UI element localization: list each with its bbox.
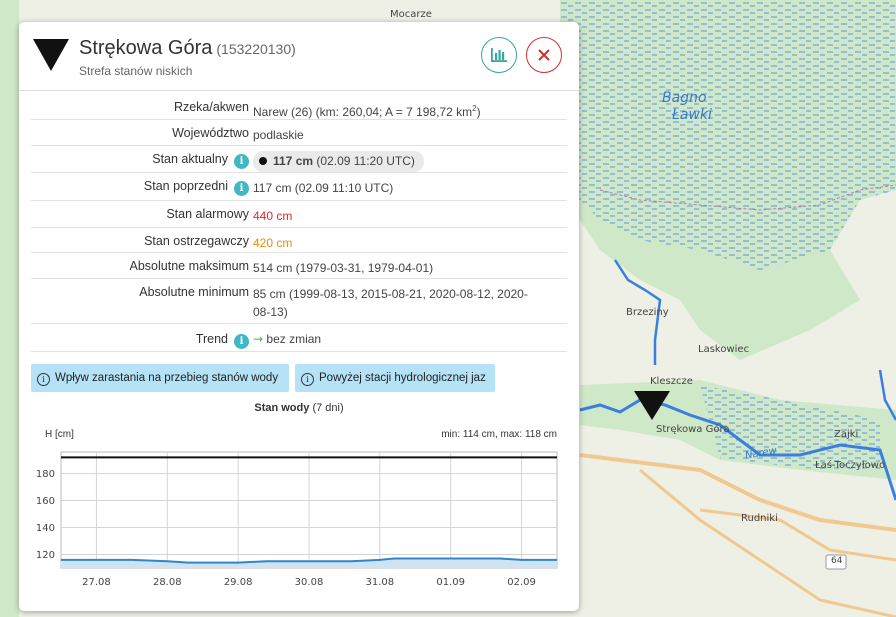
map-label-bagno: Bagno: [662, 90, 707, 106]
x-tick-label: 28.08: [153, 577, 182, 588]
river-value-end: ): [476, 105, 481, 119]
row-label: Województwo: [172, 126, 249, 140]
tag-text: Wpływ zarastania na przebieg stanów wody: [55, 372, 279, 384]
x-tick-label: 30.08: [295, 577, 324, 588]
station-name: Strękowa Góra: [79, 37, 213, 59]
tag-text: Powyżej stacji hydrologicznej jaz: [319, 372, 486, 384]
row-label: Stan alarmowy: [166, 207, 249, 221]
river-value: Narew (26) (km: 260,04; A = 7 198,72 km: [253, 105, 473, 119]
row-value: → bez zmian: [253, 330, 553, 348]
row-river: Rzeka/akwen Narew (26) (km: 260,04; A = …: [31, 94, 567, 120]
row-value: 514 cm (1979-03-31, 1979-04-01): [253, 261, 434, 275]
chart-ylabel: H [cm]: [45, 429, 74, 440]
close-icon: [538, 49, 550, 61]
row-value: 117 cm (02.09 11:10 UTC): [253, 181, 394, 195]
water-level-chart[interactable]: 120 140 160 180 27.08 28.08 29.08 30.08 31.08 01.…: [19, 442, 579, 602]
info-icon: i: [37, 373, 50, 386]
y-tick-label: 120: [36, 550, 55, 561]
x-tick-label: 01.09: [436, 577, 465, 588]
chart-title: Stan wody (7 dni): [19, 402, 579, 414]
row-trend: Trend i → bez zmian: [31, 324, 567, 352]
x-tick-label: 27.08: [82, 577, 111, 588]
chart-title-bold: Stan wody: [254, 402, 310, 414]
row-label: Absolutne minimum: [139, 285, 249, 299]
tag-overgrowth[interactable]: i Wpływ zarastania na przebieg stanów wod…: [31, 364, 289, 392]
station-title: Strękowa Góra (153220130): [79, 37, 296, 60]
row-label: Stan ostrzegawczy: [144, 234, 249, 248]
row-label: Rzeka/akwen: [173, 100, 249, 114]
map-label-lawki: Ławki: [672, 107, 712, 123]
station-subtitle: Strefa stanów niskich: [79, 64, 193, 78]
row-absolute-max: Absolutne maksimum 514 cm (1979-03-31, 1…: [31, 253, 567, 279]
y-tick-label: 160: [36, 496, 55, 507]
previous-level-label: Stan poprzedni: [143, 179, 228, 193]
info-icon[interactable]: i: [234, 154, 249, 169]
row-alarm-level: Stan alarmowy 440 cm: [31, 201, 567, 228]
info-icon: i: [301, 373, 314, 386]
row-value: Narew (26) (km: 260,04; A = 7 198,72 km2…: [253, 100, 553, 121]
current-level-time: (02.09 11:20 UTC): [316, 154, 415, 168]
popup-header: Strękowa Góra (153220130) Strefa stanów n…: [79, 37, 296, 78]
row-voivodeship: Województwo podlaskie: [31, 120, 567, 146]
row-label: Absolutne maksimum: [129, 259, 250, 273]
trend-label: Trend: [195, 332, 228, 346]
down-triangle-icon: [33, 39, 69, 71]
y-tick-label: 140: [36, 523, 55, 534]
row-warning-level: Stan ostrzegawczy 420 cm: [31, 228, 567, 253]
trend-value: bez zmian: [266, 332, 322, 346]
station-popup: Strękowa Góra (153220130) Strefa stanów n…: [19, 22, 579, 611]
map-label-mocarze: Mocarze: [390, 9, 432, 20]
map-label-laskowiec: Laskowiec: [698, 344, 750, 355]
map-label-strekowa-gora: Strękowa Góra: [656, 424, 730, 435]
chart-minmax: min: 114 cm, max: 118 cm: [441, 429, 557, 440]
map-label-zajki: Zajki: [834, 429, 859, 440]
row-label: Stan aktualny i: [152, 152, 249, 169]
info-icon[interactable]: i: [234, 181, 249, 196]
map-label-brzeziny: Brzeziny: [626, 307, 669, 318]
station-code: (153220130): [216, 41, 296, 57]
row-value: 85 cm (1999-08-13, 2015-08-21, 2020-08-1…: [253, 287, 528, 319]
map-forest-west: [0, 0, 19, 617]
y-tick-label: 180: [36, 469, 55, 480]
row-absolute-min: Absolutne minimum 85 cm (1999-08-13, 201…: [31, 279, 567, 324]
row-value: podlaskie: [253, 128, 304, 142]
row-label: Trend i: [196, 332, 249, 349]
chart-button[interactable]: [481, 37, 517, 73]
current-level-label: Stan aktualny: [152, 152, 228, 166]
close-button[interactable]: [526, 37, 562, 73]
row-current-level: Stan aktualny i 117 cm (02.09 11:20 UTC): [31, 146, 567, 173]
row-value: 117 cm (02.09 11:20 UTC): [253, 151, 553, 172]
x-tick-label: 31.08: [366, 577, 395, 588]
header-divider: [19, 90, 579, 91]
chart-title-rest: (7 dni): [312, 402, 344, 414]
current-level-pill: 117 cm (02.09 11:20 UTC): [253, 151, 424, 172]
map-label-las-toczylowo: Łaś-Toczyłowo: [815, 460, 886, 471]
current-level-value: 117 cm: [273, 154, 314, 168]
x-tick-label: 02.09: [507, 577, 536, 588]
map-label-road-64: 64: [831, 556, 843, 566]
map-label-kleszcze: Kleszcze: [650, 376, 693, 387]
info-icon[interactable]: i: [234, 334, 249, 349]
x-tick-label: 29.08: [224, 577, 253, 588]
row-label: Stan poprzedni i: [144, 179, 249, 196]
map-label-rudniki: Rudniki: [741, 513, 778, 524]
row-value: 420 cm: [253, 236, 293, 250]
arrow-right-icon: →: [253, 332, 264, 346]
dot-icon: [259, 157, 267, 165]
tag-weir[interactable]: i Powyżej stacji hydrologicznej jaz: [295, 364, 495, 392]
row-previous-level: Stan poprzedni i 117 cm (02.09 11:10 UTC): [31, 173, 567, 201]
row-value: 440 cm: [253, 209, 293, 223]
bar-chart-icon: [491, 48, 507, 62]
